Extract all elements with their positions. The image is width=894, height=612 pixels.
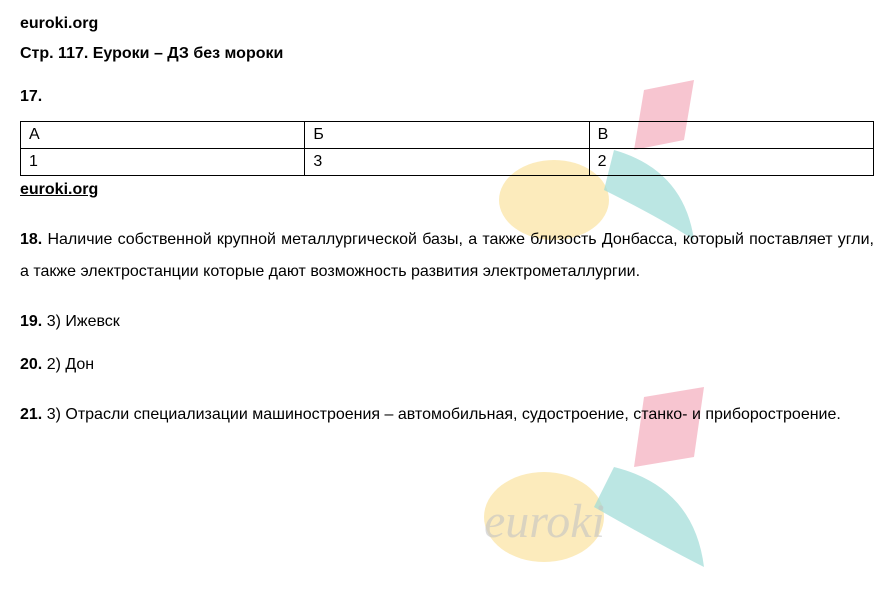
table-cell: 3 — [305, 149, 589, 176]
question-20-number: 20. — [20, 356, 42, 373]
answer-18-text: Наличие собственной крупной металлургиче… — [20, 231, 874, 280]
question-17-number: 17. — [20, 88, 874, 106]
page-title: Стр. 117. Еуроки – ДЗ без мороки — [20, 45, 874, 63]
question-19-number: 19. — [20, 313, 42, 330]
answer-table-17: А Б В 1 3 2 — [20, 121, 874, 176]
table-cell: 1 — [21, 149, 305, 176]
question-21-number: 21. — [20, 406, 42, 423]
answer-18: 18. Наличие собственной крупной металлур… — [20, 224, 874, 288]
table-cell: В — [589, 122, 873, 149]
answer-21-text: 3) Отрасли специализации машиностроения … — [47, 406, 841, 423]
site-name-middle: euroki.org — [20, 181, 874, 199]
question-18-number: 18. — [20, 231, 42, 248]
table-row: А Б В — [21, 122, 874, 149]
site-name-top: euroki.org — [20, 15, 874, 33]
answer-20: 20. 2) Дон — [20, 356, 874, 374]
answer-20-text: 2) Дон — [47, 356, 94, 373]
answer-19: 19. 3) Ижевск — [20, 313, 874, 331]
svg-text:euroki: euroki — [484, 495, 605, 548]
answer-19-text: 3) Ижевск — [47, 313, 120, 330]
answer-21: 21. 3) Отрасли специализации машинострое… — [20, 399, 874, 431]
table-row: 1 3 2 — [21, 149, 874, 176]
table-cell: А — [21, 122, 305, 149]
table-cell: 2 — [589, 149, 873, 176]
table-cell: Б — [305, 122, 589, 149]
